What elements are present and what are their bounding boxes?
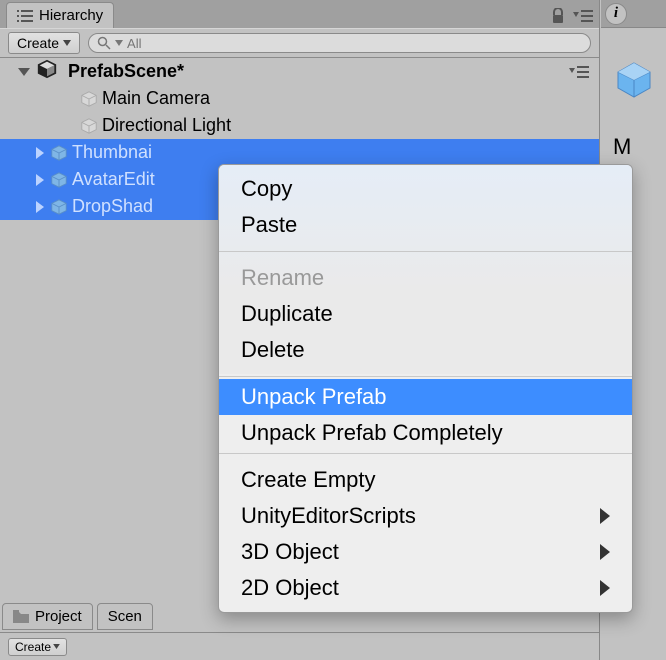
foldout-icon[interactable] <box>18 68 30 76</box>
folder-icon <box>13 610 29 623</box>
right-tab-region: i <box>601 0 666 28</box>
create-button-bottom[interactable]: Create <box>8 638 67 656</box>
foldout-icon[interactable] <box>36 201 44 213</box>
ctx-separator <box>219 251 632 252</box>
truncated-label: M <box>613 134 666 160</box>
create-button[interactable]: Create <box>8 32 80 54</box>
hierarchy-icon <box>17 9 33 23</box>
scene-options-icon[interactable] <box>569 65 589 79</box>
search-input[interactable] <box>127 36 582 51</box>
ctx-separator <box>219 376 632 377</box>
prefab-icon <box>50 198 68 216</box>
scene-tab[interactable]: Scen <box>97 603 153 630</box>
ctx-rename: Rename <box>219 260 632 296</box>
panel-options-icon[interactable] <box>573 9 593 23</box>
hierarchy-tab[interactable]: Hierarchy <box>6 2 114 28</box>
ctx-create-empty[interactable]: Create Empty <box>219 462 632 498</box>
dropdown-caret-icon <box>63 40 71 46</box>
bottom-toolbar: Create <box>0 632 599 660</box>
search-scope-caret-icon <box>115 40 123 46</box>
ctx-separator <box>219 453 632 454</box>
hierarchy-search[interactable] <box>88 33 591 53</box>
project-tab-label: Project <box>35 608 82 625</box>
prefab-label: DropShad <box>72 196 153 217</box>
create-button-label: Create <box>17 35 59 51</box>
hierarchy-tab-label: Hierarchy <box>39 7 103 24</box>
gameobject-row[interactable]: Directional Light <box>0 112 599 139</box>
context-menu: Copy Paste Rename Duplicate Delete Unpac… <box>218 164 633 613</box>
hierarchy-toolbar: Create <box>0 28 599 58</box>
scene-name-label: PrefabScene* <box>68 61 184 82</box>
submenu-arrow-icon <box>600 580 610 596</box>
hierarchy-tab-bar: Hierarchy <box>0 0 599 28</box>
info-icon[interactable]: i <box>605 3 627 25</box>
prefab-icon <box>50 171 68 189</box>
search-icon <box>97 36 111 50</box>
scene-tab-label: Scen <box>108 608 142 625</box>
ctx-unity-editor-scripts[interactable]: UnityEditorScripts <box>219 498 632 534</box>
unity-logo-icon <box>36 58 58 85</box>
foldout-icon[interactable] <box>36 174 44 186</box>
prefab-row[interactable]: Thumbnai <box>0 139 599 166</box>
gameobject-label: Directional Light <box>102 115 231 136</box>
prefab-label: AvatarEdit <box>72 169 155 190</box>
gameobject-label: Main Camera <box>102 88 210 109</box>
prefab-icon <box>50 144 68 162</box>
prefab-label: Thumbnai <box>72 142 152 163</box>
gameobject-icon <box>80 90 98 108</box>
ctx-duplicate[interactable]: Duplicate <box>219 296 632 332</box>
dropdown-caret-icon <box>53 644 60 649</box>
ctx-paste[interactable]: Paste <box>219 207 632 243</box>
foldout-icon[interactable] <box>36 147 44 159</box>
scene-row[interactable]: PrefabScene* <box>0 58 599 85</box>
ctx-unpack-prefab-completely[interactable]: Unpack Prefab Completely <box>219 415 632 451</box>
ctx-copy[interactable]: Copy <box>219 171 632 207</box>
submenu-arrow-icon <box>600 508 610 524</box>
create-button-bottom-label: Create <box>15 640 51 654</box>
ctx-unpack-prefab[interactable]: Unpack Prefab <box>219 379 632 415</box>
bottom-tab-bar: Project Scen <box>2 603 153 630</box>
gameobject-row[interactable]: Main Camera <box>0 85 599 112</box>
ctx-2d-object[interactable]: 2D Object <box>219 570 632 606</box>
project-tab[interactable]: Project <box>2 603 93 630</box>
ctx-3d-object[interactable]: 3D Object <box>219 534 632 570</box>
lock-icon[interactable] <box>551 8 565 24</box>
prefab-large-icon <box>614 60 654 100</box>
submenu-arrow-icon <box>600 544 610 560</box>
ctx-delete[interactable]: Delete <box>219 332 632 368</box>
gameobject-icon <box>80 117 98 135</box>
